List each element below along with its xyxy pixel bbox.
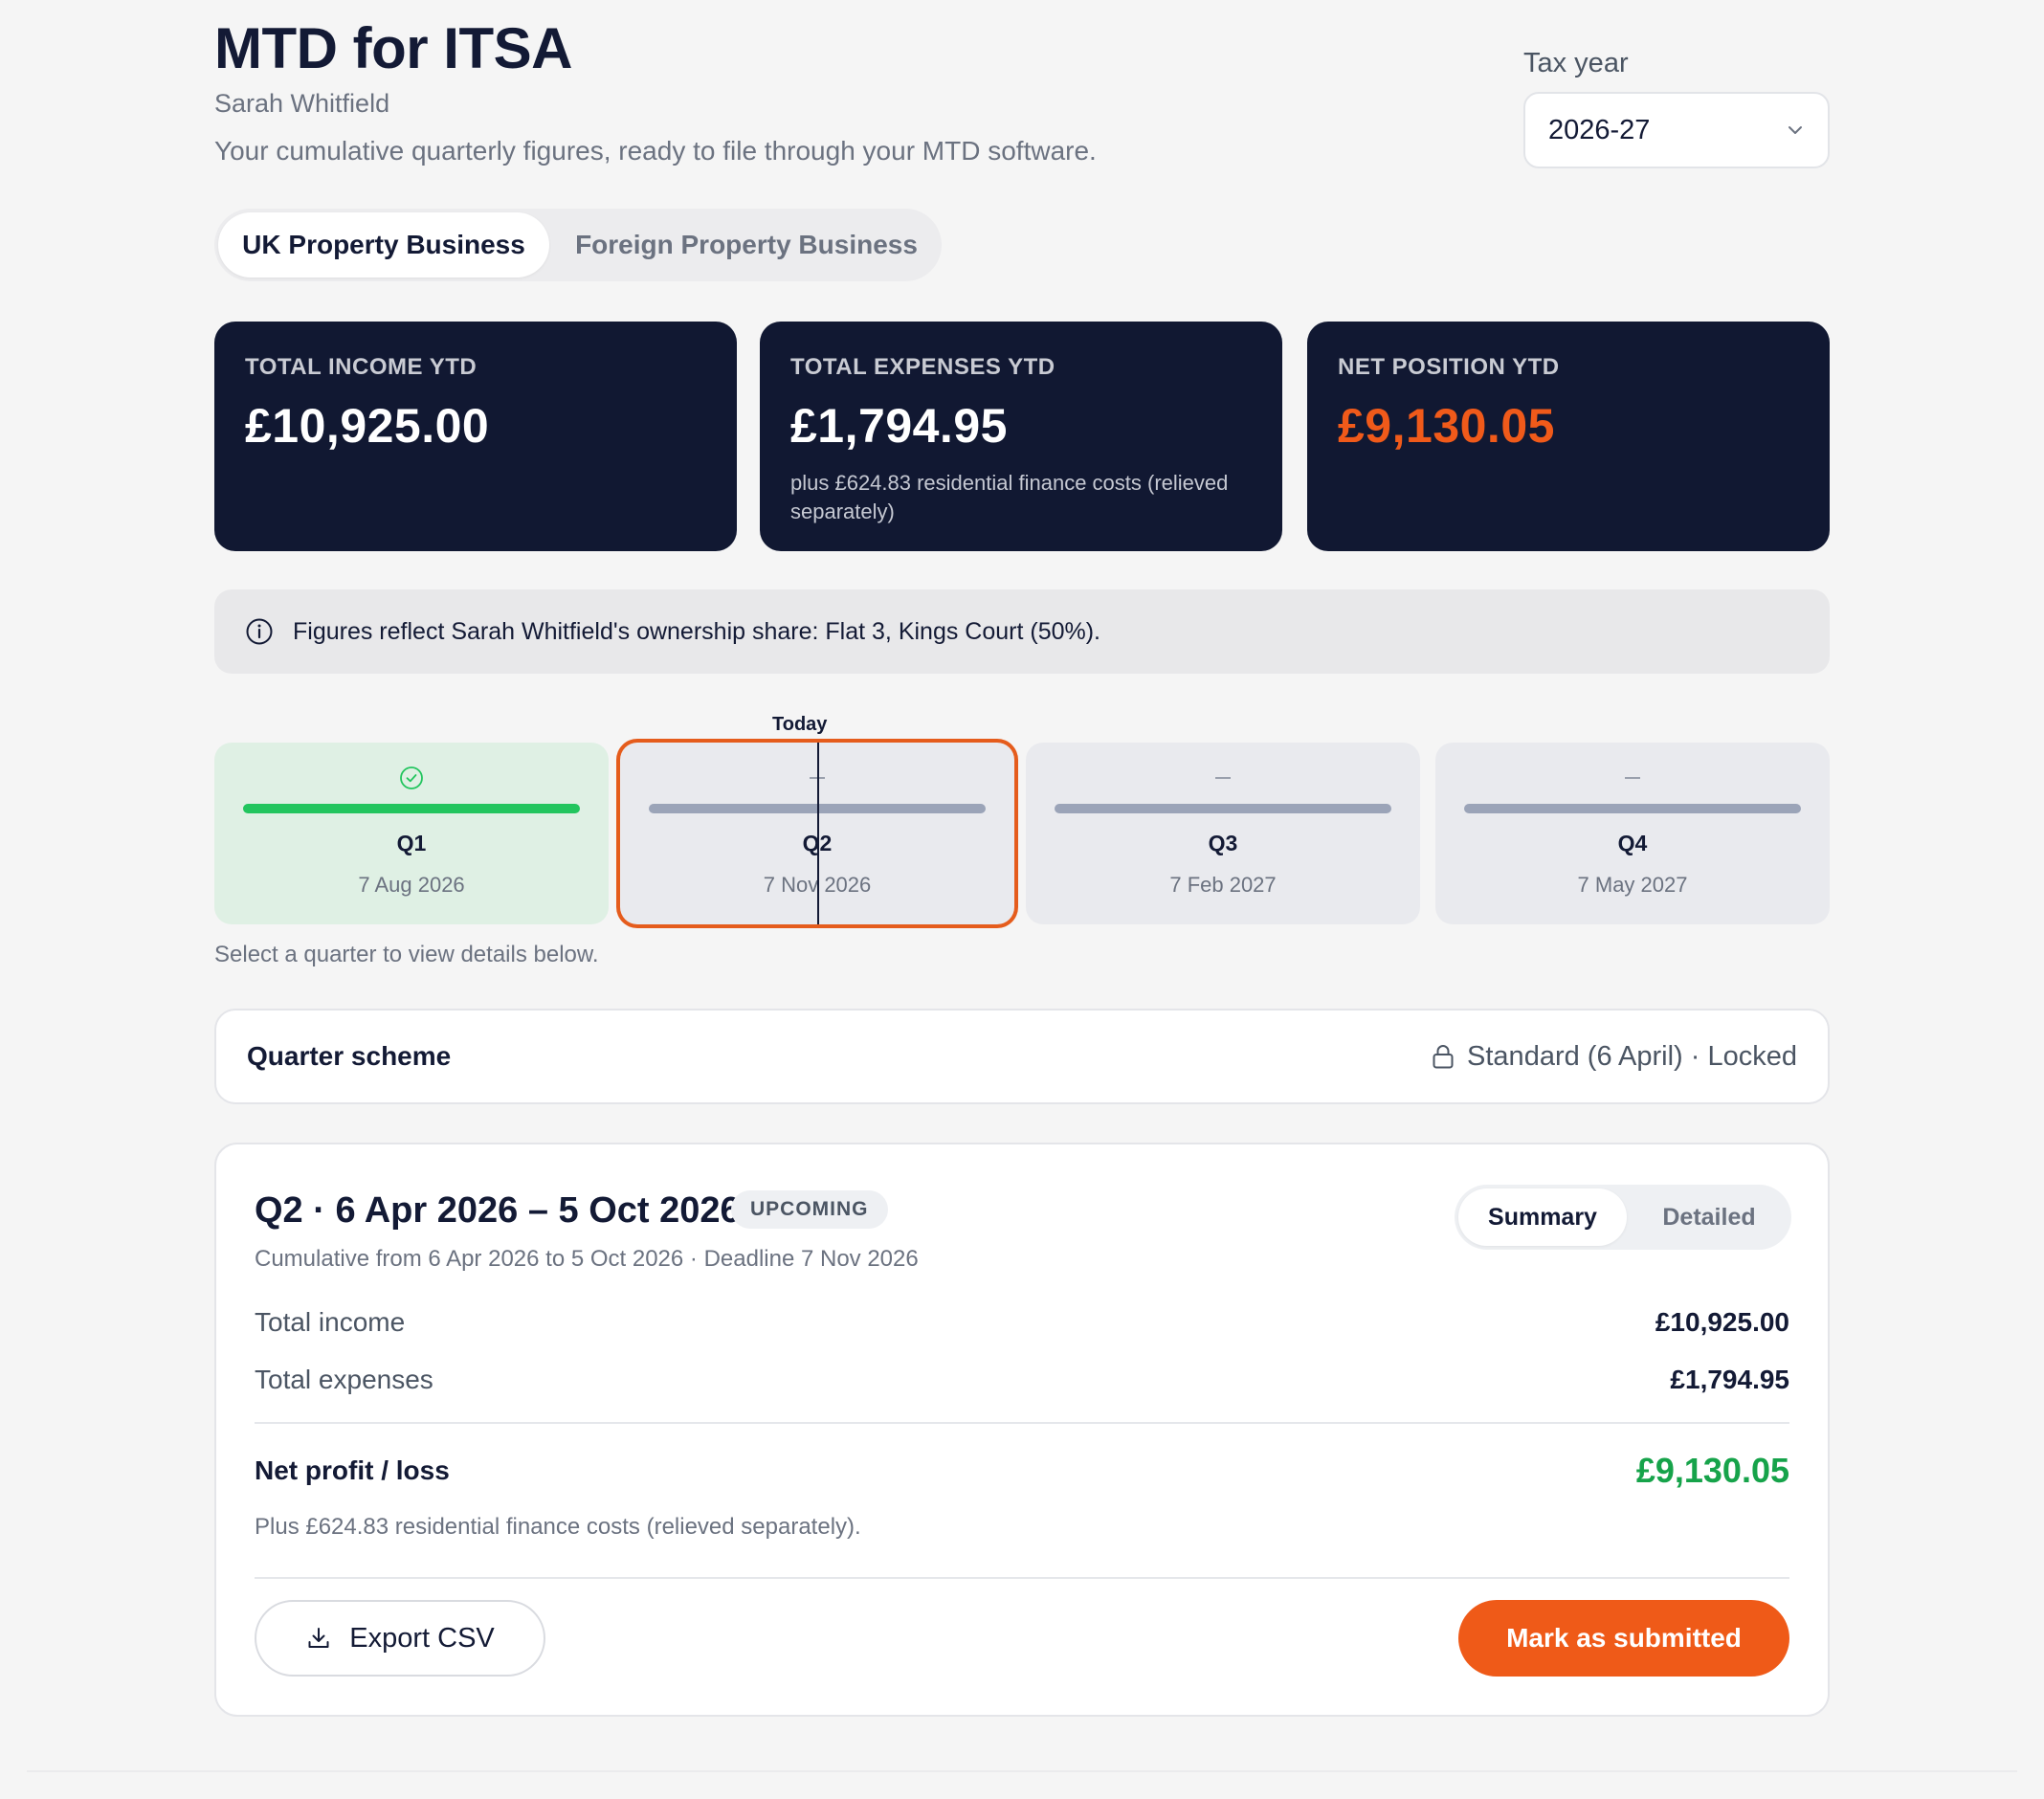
divider bbox=[255, 1577, 1789, 1579]
quarter-detail-card: Q2 · 6 Apr 2026 – 5 Oct 2026 UPCOMING Cu… bbox=[214, 1143, 1830, 1717]
quarter-card-q1[interactable]: Q1 7 Aug 2026 bbox=[214, 743, 609, 924]
chevron-down-icon bbox=[1788, 126, 1802, 134]
quarter-card-q3[interactable]: Q3 7 Feb 2027 bbox=[1026, 743, 1420, 924]
page-subtitle: Your cumulative quarterly figures, ready… bbox=[214, 136, 1097, 166]
quarter-detail-subtitle: Cumulative from 6 Apr 2026 to 5 Oct 2026… bbox=[255, 1246, 919, 1272]
quarter-name: Q3 bbox=[1208, 831, 1238, 855]
toggle-detailed[interactable]: Detailed bbox=[1631, 1188, 1788, 1246]
pending-dash-icon bbox=[1215, 777, 1231, 779]
today-marker-label: Today bbox=[772, 714, 828, 735]
quarter-name: Q1 bbox=[396, 831, 427, 855]
stat-value: £9,130.05 bbox=[1338, 399, 1555, 453]
export-csv-button[interactable]: Export CSV bbox=[255, 1600, 545, 1677]
tab-foreign-property[interactable]: Foreign Property Business bbox=[565, 212, 928, 278]
download-icon bbox=[308, 1628, 329, 1648]
lock-icon bbox=[1433, 1045, 1454, 1069]
quarter-select-hint: Select a quarter to view details below. bbox=[214, 942, 599, 967]
stat-label: NET POSITION YTD bbox=[1338, 354, 1560, 380]
view-toggle: Summary Detailed bbox=[1455, 1185, 1791, 1250]
quarter-deadline: 7 Feb 2027 bbox=[1169, 873, 1277, 897]
tax-year-label: Tax year bbox=[1523, 48, 1629, 78]
tax-year-value: 2026-27 bbox=[1548, 114, 1651, 145]
quarter-progress-bar bbox=[1055, 804, 1391, 813]
tax-year-select[interactable]: 2026-27 bbox=[1523, 92, 1830, 168]
info-icon bbox=[246, 618, 273, 645]
quarter-name: Q4 bbox=[1617, 831, 1648, 855]
stat-value: £10,925.00 bbox=[245, 399, 490, 453]
tab-uk-property[interactable]: UK Property Business bbox=[218, 212, 549, 278]
stat-label: TOTAL EXPENSES YTD bbox=[790, 354, 1055, 380]
row-label: Total income bbox=[255, 1307, 406, 1337]
net-profit-row: Net profit / loss £9,130.05 bbox=[255, 1451, 1789, 1491]
stat-note: plus £624.83 residential finance costs (… bbox=[790, 471, 1229, 523]
toggle-summary[interactable]: Summary bbox=[1458, 1188, 1627, 1246]
row-value: £9,130.05 bbox=[1635, 1451, 1789, 1490]
quarter-card-q4[interactable]: Q4 7 May 2027 bbox=[1435, 743, 1830, 924]
stat-card-net: NET POSITION YTD £9,130.05 bbox=[1307, 322, 1830, 551]
stat-label: TOTAL INCOME YTD bbox=[245, 354, 478, 380]
business-tabs: UK Property Business Foreign Property Bu… bbox=[214, 209, 942, 281]
quarter-scheme-label: Quarter scheme bbox=[247, 1041, 452, 1071]
status-badge: UPCOMING bbox=[731, 1190, 888, 1229]
quarter-scheme-value-group: Standard (6 April) · Locked bbox=[1431, 1041, 1797, 1073]
page-title: MTD for ITSA bbox=[214, 16, 572, 80]
quarter-progress-bar bbox=[1464, 804, 1801, 813]
today-marker-line bbox=[817, 743, 819, 924]
pending-dash-icon bbox=[1625, 777, 1640, 779]
row-label: Net profit / loss bbox=[255, 1455, 450, 1485]
row-value: £10,925.00 bbox=[1655, 1307, 1789, 1337]
stat-card-income: TOTAL INCOME YTD £10,925.00 bbox=[214, 322, 737, 551]
quarter-deadline: 7 Aug 2026 bbox=[358, 873, 465, 897]
total-income-row: Total income £10,925.00 bbox=[255, 1307, 1789, 1338]
row-label: Total expenses bbox=[255, 1365, 433, 1394]
quarter-detail-title: Q2 · 6 Apr 2026 – 5 Oct 2026 bbox=[255, 1190, 741, 1231]
quarter-deadline: 7 May 2027 bbox=[1577, 873, 1688, 897]
total-expenses-row: Total expenses £1,794.95 bbox=[255, 1365, 1789, 1395]
quarter-progress-bar bbox=[243, 804, 580, 813]
row-value: £1,794.95 bbox=[1670, 1365, 1789, 1394]
finance-costs-note: Plus £624.83 residential finance costs (… bbox=[255, 1514, 861, 1540]
stat-value: £1,794.95 bbox=[790, 399, 1008, 453]
ownership-info-banner: Figures reflect Sarah Whitfield's owners… bbox=[214, 589, 1830, 674]
quarter-scheme-value: Standard (6 April) · Locked bbox=[1467, 1040, 1797, 1072]
export-csv-label: Export CSV bbox=[349, 1622, 495, 1654]
mark-as-submitted-button[interactable]: Mark as submitted bbox=[1458, 1600, 1789, 1677]
user-name: Sarah Whitfield bbox=[214, 89, 390, 118]
check-circle-icon bbox=[400, 766, 423, 789]
divider bbox=[255, 1422, 1789, 1424]
footer-divider bbox=[27, 1770, 2017, 1772]
quarter-scheme-row: Quarter scheme Standard (6 April) · Lock… bbox=[214, 1009, 1830, 1104]
info-text: Figures reflect Sarah Whitfield's owners… bbox=[293, 617, 1101, 645]
stat-card-expenses: TOTAL EXPENSES YTD £1,794.95 plus £624.8… bbox=[760, 322, 1282, 551]
